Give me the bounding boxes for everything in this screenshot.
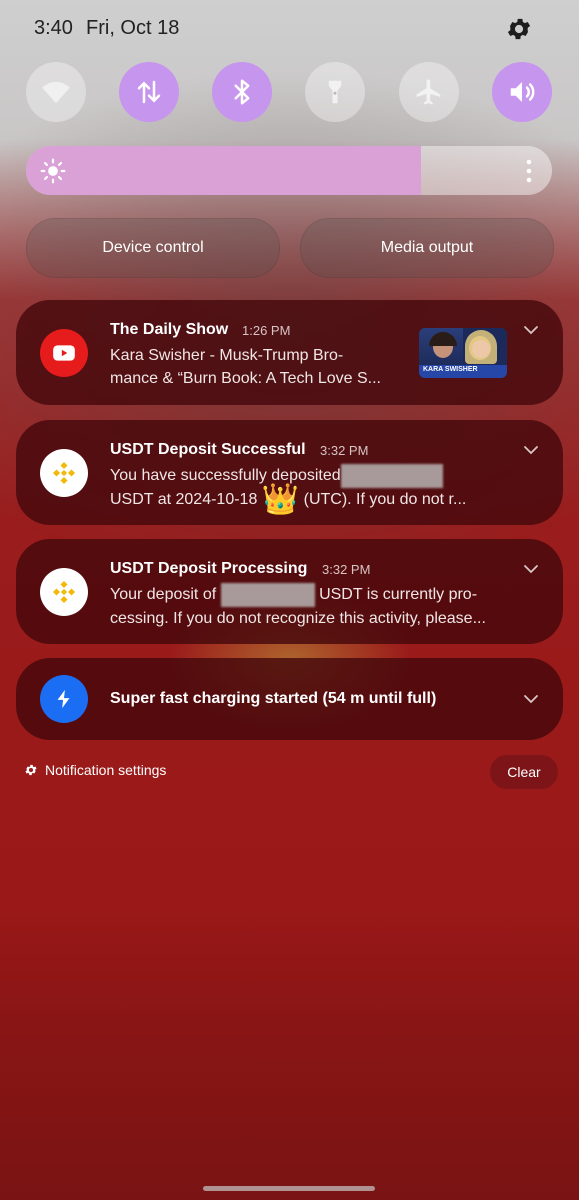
youtube-icon [40, 329, 88, 377]
clear-label: Clear [507, 764, 541, 780]
notification-body-line: USDT is currently pro- [319, 586, 478, 604]
notification-settings-label: Notification settings [45, 762, 167, 778]
notification-settings-link[interactable]: Notification settings [24, 762, 166, 778]
mobile-data-toggle[interactable] [119, 62, 179, 122]
notification-body: Kara Swisher - Musk-Trump Bro- mance & “… [110, 344, 381, 390]
sound-toggle[interactable] [492, 62, 552, 122]
brightness-slider[interactable] [26, 146, 552, 195]
gear-icon[interactable] [505, 15, 533, 43]
notification-title: USDT Deposit Processing [110, 560, 308, 577]
chevron-down-icon[interactable] [523, 442, 539, 458]
notification-time: 3:32 PM [320, 443, 369, 458]
media-output-button[interactable]: Media output [300, 218, 554, 278]
wifi-toggle[interactable] [26, 62, 86, 122]
redaction-box [220, 583, 315, 607]
airplane-mode-toggle[interactable] [399, 62, 459, 122]
brightness-fill [26, 146, 421, 195]
status-bar: 3:40 Fri, Oct 18 [0, 0, 579, 60]
speaker-icon [510, 82, 535, 102]
redaction-box [340, 464, 443, 488]
chevron-down-icon[interactable] [523, 322, 539, 338]
flashlight-toggle[interactable] [305, 62, 365, 122]
sun-icon [40, 158, 66, 184]
notification-body-line: You have successfully deposited [110, 467, 341, 485]
more-options-icon[interactable] [524, 158, 534, 184]
bluetooth-toggle[interactable] [212, 62, 272, 122]
binance-icon [40, 568, 88, 616]
notification-body: You have successfully deposited USDT at … [110, 464, 467, 517]
notification-body-line: mance & “Burn Book: A Tech Love S... [110, 370, 381, 387]
chevron-down-icon[interactable] [523, 691, 539, 707]
notification-body-line: (UTC). If you do not r... [303, 491, 467, 508]
gear-icon [25, 764, 37, 776]
airplane-icon [416, 79, 441, 105]
bluetooth-icon [234, 79, 250, 105]
notification-body: Your deposit of USDT is currently pro- c… [110, 583, 486, 630]
notification-title: Super fast charging started (54 m until … [110, 690, 437, 707]
device-control-label: Device control [102, 239, 204, 256]
notification-card[interactable]: Super fast charging started (54 m until … [16, 658, 563, 740]
binance-icon [40, 449, 88, 497]
notification-time: 3:32 PM [322, 562, 371, 577]
notification-title: The Daily Show [110, 321, 229, 338]
notification-body-line: cessing. If you do not recognize this ac… [110, 610, 486, 627]
thumbnail-caption: KARA SWISHER [423, 366, 478, 373]
date: Fri, Oct 18 [86, 17, 180, 39]
notification-body-line: USDT at 2024-10-18 [110, 491, 258, 508]
video-thumbnail[interactable]: KARA SWISHER [419, 328, 507, 378]
chevron-down-icon[interactable] [523, 561, 539, 577]
notification-time: 1:26 PM [242, 323, 291, 338]
clear-button[interactable]: Clear [490, 755, 558, 789]
home-indicator[interactable] [203, 1186, 375, 1191]
crown-icon: 👑 [261, 483, 300, 517]
device-control-button[interactable]: Device control [26, 218, 280, 278]
lightning-icon [40, 675, 88, 723]
quick-settings-row [0, 62, 579, 126]
media-output-label: Media output [380, 239, 474, 256]
notification-card[interactable]: USDT Deposit Successful 3:32 PM You have… [16, 420, 563, 525]
data-arrows-icon [137, 80, 161, 104]
clock: 3:40 [34, 17, 73, 39]
notification-title: USDT Deposit Successful [110, 441, 306, 458]
notification-body-line: Your deposit of [110, 586, 217, 604]
wifi-icon [42, 82, 70, 104]
notification-card[interactable]: USDT Deposit Processing 3:32 PM Your dep… [16, 539, 563, 644]
notification-body-line: Kara Swisher - Musk-Trump Bro- [110, 347, 344, 364]
flashlight-icon [328, 80, 342, 104]
notification-card[interactable]: The Daily Show 1:26 PM Kara Swisher - Mu… [16, 300, 563, 405]
